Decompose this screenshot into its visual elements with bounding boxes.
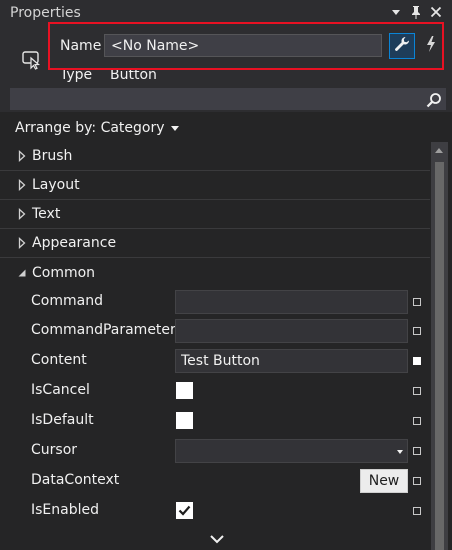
property-row-commandparameter: CommandParameter (0, 316, 430, 346)
category-label: Brush (32, 148, 73, 164)
arrange-by-dropdown[interactable]: Arrange by: Category (15, 120, 179, 136)
search-box[interactable] (10, 88, 446, 110)
search-icon[interactable] (425, 91, 443, 109)
category-label: Text (32, 206, 61, 222)
property-marker-icon[interactable] (413, 447, 421, 455)
chevron-down-icon (170, 126, 179, 131)
property-row-command: Command (0, 287, 430, 317)
property-marker-icon[interactable] (413, 357, 421, 365)
type-value: Button (110, 67, 157, 83)
property-name: IsEnabled (31, 502, 99, 518)
category-layout[interactable]: Layout (0, 171, 430, 200)
name-label: Name (60, 38, 102, 54)
chevron-down-icon (397, 450, 403, 454)
expand-arrow-icon (14, 208, 30, 220)
panel-title-bar: Properties (0, 0, 452, 26)
property-name: Cursor (31, 442, 78, 458)
expand-arrow-icon (14, 150, 30, 162)
content-input[interactable] (175, 349, 408, 373)
property-list: Brush Layout Text Appearance Common Comm… (0, 142, 430, 550)
type-label: Type (60, 67, 93, 83)
category-common[interactable]: Common (0, 258, 430, 287)
property-name: IsDefault (31, 412, 94, 428)
dropdown-arrow-icon[interactable] (388, 4, 404, 20)
category-text[interactable]: Text (0, 200, 430, 229)
property-row-isdefault: IsDefault (0, 406, 430, 436)
category-label: Appearance (32, 235, 117, 251)
properties-button[interactable] (389, 33, 415, 59)
checkmark-icon (178, 505, 191, 516)
category-label: Common (32, 264, 96, 281)
collapse-arrow-icon (14, 268, 30, 278)
property-row-iscancel: IsCancel (0, 376, 430, 406)
iscancel-checkbox[interactable] (176, 382, 193, 399)
property-name: IsCancel (31, 382, 90, 398)
property-marker-icon[interactable] (413, 507, 421, 515)
events-button[interactable] (418, 33, 444, 59)
property-name: Content (31, 352, 87, 368)
property-marker-icon[interactable] (413, 298, 421, 306)
expand-arrow-icon (14, 237, 30, 249)
close-icon[interactable] (428, 4, 444, 20)
property-marker-icon[interactable] (413, 477, 421, 485)
expand-arrow-icon (14, 179, 30, 191)
pin-icon[interactable] (408, 4, 424, 20)
property-name: DataContext (31, 472, 120, 488)
category-label: Layout (32, 177, 80, 193)
category-appearance[interactable]: Appearance (0, 229, 430, 258)
property-marker-icon[interactable] (413, 417, 421, 425)
category-brush[interactable]: Brush (0, 142, 430, 171)
property-name: Command (31, 293, 103, 309)
search-input[interactable] (11, 89, 445, 109)
property-row-datacontext: DataContext New (0, 466, 430, 496)
scroll-thumb[interactable] (435, 162, 444, 550)
scroll-up-arrow-icon[interactable] (435, 148, 443, 153)
property-marker-icon[interactable] (413, 387, 421, 395)
property-marker-icon[interactable] (413, 327, 421, 335)
isdefault-checkbox[interactable] (176, 412, 193, 429)
name-field[interactable] (104, 34, 382, 57)
property-name: CommandParameter (31, 322, 176, 338)
properties-wrench-icon (393, 35, 411, 57)
property-row-isenabled: IsEnabled (0, 496, 430, 526)
vertical-scrollbar[interactable] (431, 142, 448, 550)
property-row-cursor: Cursor (0, 436, 430, 466)
expand-more-chevron-icon[interactable] (208, 532, 226, 546)
element-selector-icon[interactable] (20, 48, 42, 70)
arrange-by-label: Arrange by: Category (15, 120, 165, 136)
cursor-dropdown[interactable] (175, 439, 408, 463)
property-row-content: Content (0, 346, 430, 376)
command-input[interactable] (175, 290, 408, 314)
panel-title: Properties (10, 5, 81, 21)
events-lightning-icon (424, 35, 438, 57)
commandparameter-input[interactable] (175, 319, 408, 343)
new-datacontext-button[interactable]: New (360, 469, 408, 493)
isenabled-checkbox[interactable] (176, 502, 193, 519)
